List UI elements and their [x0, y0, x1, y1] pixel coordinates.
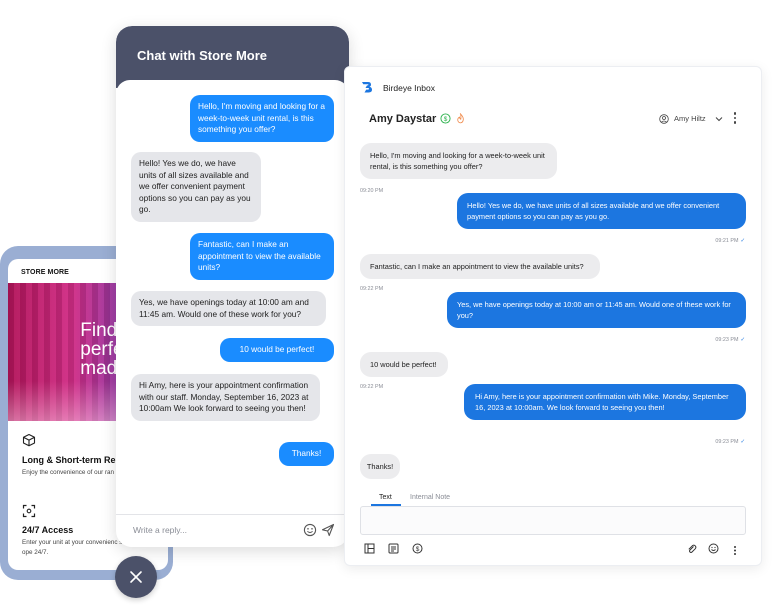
chat-widget: Chat with Store More Hello, I'm moving a…	[116, 26, 349, 547]
incoming-message: Hello, I'm moving and looking for a week…	[360, 143, 557, 179]
chevron-down-icon	[715, 117, 723, 122]
svg-text:$: $	[416, 546, 420, 553]
message-timestamp: 09:22 PM	[360, 286, 384, 292]
message-timestamp: 09:23 PM ✓	[715, 439, 745, 445]
flame-icon	[457, 113, 464, 124]
outgoing-message: Hello, I'm moving and looking for a week…	[190, 95, 334, 142]
dollar-badge-icon: $	[440, 113, 451, 124]
emoji-icon[interactable]	[708, 543, 719, 554]
composer-more-icon[interactable]	[733, 543, 737, 555]
outgoing-message: Fantastic, can I make an appointment to …	[190, 233, 334, 280]
outgoing-message: Hi Amy, here is your appointment confirm…	[464, 384, 746, 420]
assignee-name: Amy Hiltz	[674, 114, 706, 123]
person-icon	[659, 114, 669, 124]
svg-text:$: $	[444, 116, 448, 123]
app-title: Birdeye Inbox	[383, 83, 435, 93]
close-icon	[130, 571, 142, 583]
close-chat-button[interactable]	[115, 556, 157, 598]
outgoing-message: Thanks!	[279, 442, 334, 466]
marketing-composite: STORE MORE Finding th perfect ca made ea…	[0, 0, 779, 605]
feature-title: 24/7 Access	[22, 525, 74, 535]
birdeye-logo-icon	[362, 82, 372, 93]
feature-title: Long & Short-term Renta	[22, 455, 129, 465]
message-timestamp: 09:23 PM ✓	[715, 337, 745, 343]
box-icon	[22, 433, 36, 447]
incoming-message: Thanks!	[360, 454, 400, 479]
delivered-check-icon: ✓	[740, 439, 745, 445]
message-input[interactable]	[360, 506, 746, 535]
widget-header: Chat with Store More	[116, 26, 349, 88]
message-timestamp: 09:20 PM	[360, 188, 384, 194]
contact-name: Amy Daystar	[369, 113, 437, 125]
outgoing-message: Hello! Yes we do, we have units of all s…	[457, 193, 746, 229]
emoji-icon[interactable]	[303, 523, 317, 537]
payment-icon[interactable]: $	[412, 543, 423, 554]
tab-text[interactable]: Text	[379, 494, 392, 501]
widget-title: Chat with Store More	[137, 48, 268, 63]
message-timestamp: 09:21 PM ✓	[715, 238, 745, 244]
delivered-check-icon: ✓	[740, 238, 745, 244]
birdeye-inbox: Birdeye Inbox Amy Daystar $ Amy Hiltz He…	[344, 66, 762, 566]
store-logo[interactable]: STORE MORE	[21, 269, 69, 276]
outgoing-message: Yes, we have openings today at 10:00 am …	[447, 292, 746, 328]
more-options-icon[interactable]	[733, 112, 737, 125]
incoming-message: Fantastic, can I make an appointment to …	[360, 254, 600, 279]
incoming-message: Hi Amy, here is your appointment confirm…	[131, 374, 320, 421]
incoming-message: 10 would be perfect!	[360, 352, 448, 377]
widget-conversation: Hello, I'm moving and looking for a week…	[116, 80, 349, 514]
widget-composer: Write a reply...	[116, 514, 349, 547]
message-timestamp: 09:22 PM	[360, 384, 384, 390]
send-icon[interactable]	[321, 523, 335, 537]
scan-icon	[22, 504, 36, 518]
note-icon[interactable]	[388, 543, 399, 554]
template-icon[interactable]	[364, 543, 375, 554]
tab-internal-note[interactable]: Internal Note	[410, 494, 450, 501]
attachment-icon[interactable]	[686, 543, 697, 554]
incoming-message: Yes, we have openings today at 10:00 am …	[131, 291, 326, 326]
outgoing-message: 10 would be perfect!	[220, 338, 334, 362]
incoming-message: Hello! Yes we do, we have units of all s…	[131, 152, 261, 222]
reply-input[interactable]: Write a reply...	[133, 525, 187, 535]
delivered-check-icon: ✓	[740, 337, 745, 343]
assignee-dropdown[interactable]: Amy Hiltz	[659, 113, 759, 125]
